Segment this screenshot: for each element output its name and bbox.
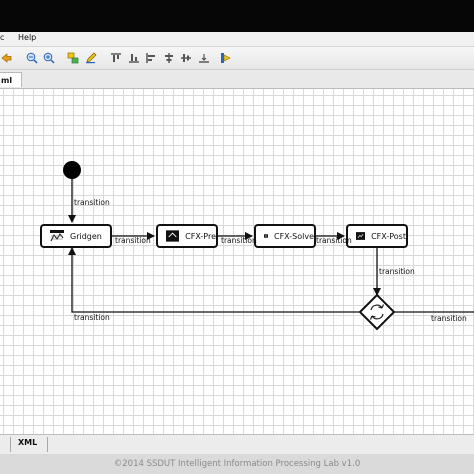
zoom-out-icon[interactable] [26, 52, 38, 64]
align-middle-icon[interactable] [180, 52, 192, 64]
menu-bar: c Help [0, 32, 474, 47]
tab-separator [10, 437, 11, 452]
align-top-icon[interactable] [110, 52, 122, 64]
tab-separator [47, 437, 48, 452]
node-label-cfx-pre: CFX-Pre [185, 231, 216, 241]
gridgen-icon [50, 230, 64, 242]
menu-item-help[interactable]: Help [18, 33, 36, 42]
transition-label: transition [74, 313, 110, 322]
edit-icon[interactable] [85, 52, 97, 64]
toolbar [0, 47, 474, 70]
transition-label: transition [74, 198, 110, 207]
transition-label: transition [431, 314, 467, 323]
node-cfx-solve[interactable]: CFX-Solve [254, 224, 316, 248]
align-bottom-icon[interactable] [128, 52, 140, 64]
transition-label: transition [115, 236, 151, 245]
cfx-icon [264, 234, 268, 238]
zoom-in-icon[interactable] [43, 52, 55, 64]
transition-label: transition [316, 236, 352, 245]
align-right-icon[interactable] [198, 52, 210, 64]
node-label-cfx-solve: CFX-Solve [273, 231, 314, 241]
undo-icon[interactable] [0, 52, 12, 64]
export-icon[interactable] [220, 52, 232, 64]
start-node-icon[interactable] [63, 161, 81, 179]
node-label-cfx-post: CFX-Post [371, 231, 406, 241]
align-left-icon[interactable] [145, 52, 157, 64]
window-titlebar [0, 0, 474, 32]
bottom-tab-bar: XML [0, 434, 474, 455]
editor-tab-row: ml [0, 70, 474, 89]
node-cfx-pre[interactable]: CFX-Pre [156, 224, 218, 248]
auto-layout-icon[interactable] [67, 52, 79, 64]
tab-xml[interactable]: XML [18, 438, 37, 447]
decision-node[interactable] [358, 293, 396, 331]
node-cfx-post[interactable]: CFX-Post [346, 224, 408, 248]
cfx-icon [356, 232, 366, 240]
footer-copyright: ©2014 SSDUT Intelligent Information Proc… [0, 454, 474, 474]
align-center-icon[interactable] [163, 52, 175, 64]
tab-workflow-xml[interactable]: ml [0, 72, 22, 87]
workflow-canvas[interactable]: Gridgen CFX-Pre CFX-Solve CFX-Post trans… [0, 89, 474, 434]
transition-wires [63, 161, 474, 331]
cfx-icon [166, 230, 180, 242]
node-gridgen[interactable]: Gridgen [40, 224, 112, 248]
node-label-gridgen: Gridgen [70, 231, 102, 241]
transition-decision-gridgen [68, 247, 360, 313]
transition-label: transition [221, 236, 257, 245]
menu-item-partial[interactable]: c [0, 33, 4, 42]
transition-label: transition [379, 267, 415, 276]
